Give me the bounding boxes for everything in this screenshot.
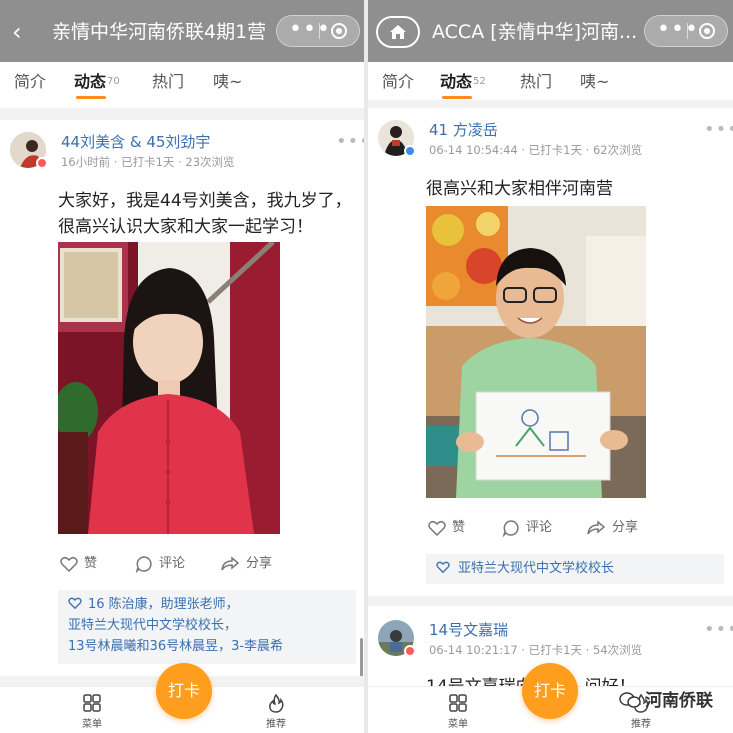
tab-popular[interactable]: 热门 [520, 70, 552, 94]
page-title: 亲情中华河南侨联4期1营 [52, 21, 267, 43]
nav-menu[interactable]: 菜单 [72, 693, 112, 730]
likes-line: 16 陈治康，助理张老师， [88, 597, 239, 612]
close-icon[interactable] [699, 23, 715, 39]
heart-icon [436, 561, 450, 574]
likes-line: 亚特兰大现代中文学校校长 [458, 561, 615, 576]
nav-menu[interactable]: 菜单 [438, 693, 478, 730]
likes-line: 亚特兰大现代中文学校校长， [68, 618, 238, 633]
post-photo[interactable] [58, 242, 280, 534]
grid-icon [83, 694, 101, 712]
post-more-icon[interactable]: ••• [336, 133, 364, 151]
tab-popular[interactable]: 热门 [152, 70, 184, 94]
flame-icon [269, 693, 284, 713]
heart-icon [60, 556, 78, 572]
left-screen: ‹ 亲情中华河南侨联4期1营 ••• 简介 动态70 热门 咦~ 44刘美含 &… [0, 0, 364, 733]
home-icon [390, 25, 406, 39]
comment-icon [502, 519, 519, 537]
mini-program-capsule: ••• [644, 15, 728, 47]
likes-summary[interactable]: 亚特兰大现代中文学校校长 [426, 554, 724, 584]
post-author[interactable]: 44刘美含 & 45刘劲宇 [61, 132, 210, 152]
tab-intro[interactable]: 简介 [382, 70, 414, 94]
tab-intro[interactable]: 简介 [14, 70, 46, 94]
page-title: ACCA [亲情中华]河南... [432, 21, 638, 43]
post-meta: 06-14 10:54:44 · 已打卡1天 · 62次浏览 [429, 143, 643, 157]
post-content: 很高兴和大家相伴河南营 [426, 179, 613, 199]
section-gap [368, 596, 733, 606]
comment-icon [135, 555, 152, 573]
close-icon[interactable] [331, 23, 347, 39]
feed-count: 52 [473, 76, 486, 87]
wechat-icon [619, 692, 641, 708]
user-badge-icon [404, 645, 416, 657]
active-tab-indicator [76, 96, 106, 99]
verified-badge-icon [404, 145, 416, 157]
likes-line: 13号林晨曦和36号林晨昱，3-李晨希 [68, 639, 284, 654]
likes-summary[interactable]: 16 陈治康，助理张老师， 亚特兰大现代中文学校校长， 13号林晨曦和36号林晨… [58, 590, 356, 664]
section-gap [368, 100, 733, 108]
back-icon[interactable]: ‹ [12, 18, 34, 46]
post-content-line: 大家好，我是44号刘美含，我九岁了， [58, 191, 352, 211]
tab-feed[interactable]: 动态70 [74, 70, 120, 94]
share-button[interactable]: 分享 [586, 518, 638, 538]
post-more-icon[interactable]: ••• [704, 121, 733, 139]
share-icon [587, 519, 606, 534]
tab-misc[interactable]: 咦~ [213, 70, 242, 94]
top-bar: ACCA [亲情中华]河南... ••• [368, 0, 733, 62]
grid-icon [449, 694, 467, 712]
comment-button[interactable]: 评论 [135, 554, 185, 574]
share-icon [221, 555, 240, 570]
like-button[interactable]: 赞 [60, 554, 97, 574]
punch-in-button[interactable]: 打卡 [156, 663, 212, 719]
more-icon[interactable]: ••• [289, 16, 330, 46]
comment-button[interactable]: 评论 [502, 518, 552, 538]
feed-count: 70 [107, 76, 120, 87]
post-author[interactable]: 41 方凌岳 [429, 120, 498, 140]
post-meta: 06-14 10:21:17 · 已打卡1天 · 54次浏览 [429, 643, 643, 657]
watermark: 河南侨联 [619, 686, 713, 711]
heart-icon [428, 520, 446, 536]
bottom-nav: 菜单 打卡 推荐 [0, 663, 364, 733]
home-button[interactable] [376, 16, 420, 48]
share-button[interactable]: 分享 [220, 554, 272, 574]
post-meta: 16小时前 · 已打卡1天 · 23次浏览 [61, 155, 235, 169]
tab-misc[interactable]: 咦~ [580, 70, 609, 94]
user-badge-icon [36, 157, 48, 169]
post-author[interactable]: 14号文嘉瑞 [429, 620, 508, 640]
more-icon[interactable]: ••• [657, 16, 698, 46]
like-button[interactable]: 赞 [428, 518, 465, 538]
active-tab-indicator [442, 96, 472, 99]
post-photo[interactable] [426, 206, 646, 498]
capsule-divider [687, 23, 688, 39]
nav-recommend[interactable]: 推荐 [256, 693, 296, 730]
punch-in-button[interactable]: 打卡 [522, 663, 578, 719]
section-gap [0, 108, 364, 120]
heart-icon [68, 597, 82, 610]
capsule-divider [319, 23, 320, 39]
tab-feed[interactable]: 动态52 [440, 70, 486, 94]
right-screen: ACCA [亲情中华]河南... ••• 简介 动态52 热门 咦~ 41 方凌… [368, 0, 733, 733]
post-content-line: 很高兴认识大家和大家一起学习！ [58, 217, 313, 237]
mini-program-capsule: ••• [276, 15, 360, 47]
post-more-icon[interactable]: ••• [704, 621, 733, 639]
tab-bar: 简介 动态70 热门 咦~ [0, 62, 364, 108]
top-bar: ‹ 亲情中华河南侨联4期1营 ••• [0, 0, 364, 62]
